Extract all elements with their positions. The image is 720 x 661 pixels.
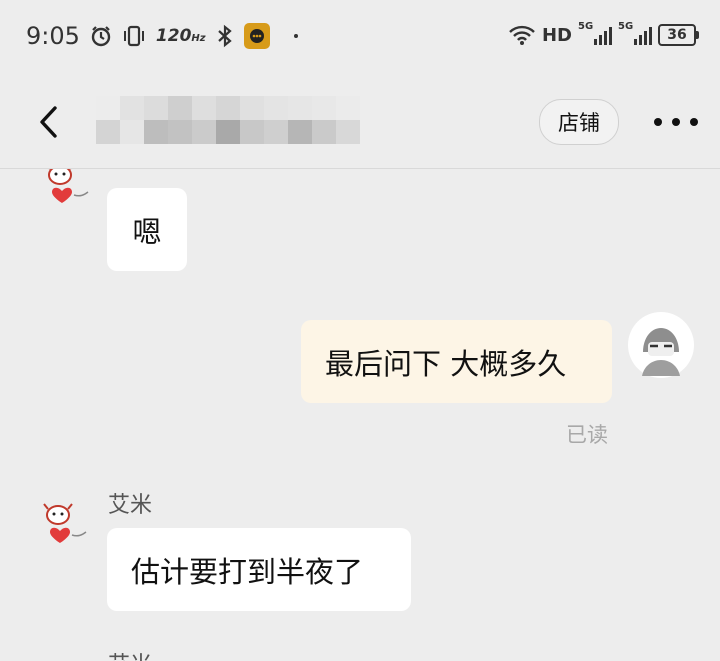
message-bubble[interactable]: 嗯 — [107, 188, 187, 271]
alarm-icon — [90, 25, 112, 47]
back-icon — [40, 106, 57, 138]
read-receipt: 已读 — [566, 423, 608, 447]
more-notifications-dot — [293, 34, 298, 38]
signal-icon: 5G — [618, 21, 652, 45]
bluetooth-icon — [216, 24, 234, 48]
more-icon-dot — [672, 118, 680, 126]
more-icon — [654, 118, 662, 126]
hd-indicator: HD — [541, 24, 572, 46]
message-list[interactable]: 嗯 最后问下 大概多久 已读 艾米 估计要打到半夜了 艾米 — [0, 169, 720, 661]
back-button[interactable] — [30, 102, 66, 142]
user-avatar-icon[interactable] — [628, 312, 694, 378]
more-button[interactable] — [654, 112, 698, 132]
status-time: 9:05 — [26, 22, 80, 50]
cow-avatar-icon[interactable] — [38, 495, 94, 551]
message-bubble[interactable]: 最后问下 大概多久 — [301, 320, 612, 403]
cow-avatar-icon[interactable] — [40, 169, 96, 211]
shop-button-label: 店铺 — [558, 111, 600, 135]
vibrate-icon — [122, 25, 146, 47]
message-text: 估计要打到半夜了 — [131, 554, 364, 589]
sender-name: 艾米 — [108, 647, 152, 661]
app-notification-icon — [243, 23, 270, 49]
blurred-chat-title — [96, 96, 360, 144]
message-text: 最后问下 大概多久 — [325, 346, 567, 381]
wifi-icon — [508, 24, 536, 46]
chat-header: 店铺 — [0, 76, 720, 169]
more-icon-dot — [690, 118, 698, 126]
shop-button[interactable]: 店铺 — [539, 99, 619, 145]
sender-name: 艾米 — [108, 493, 153, 518]
signal-icon: 5G — [578, 21, 612, 45]
battery-icon: 36 — [658, 24, 699, 46]
message-bubble[interactable]: 估计要打到半夜了 — [107, 528, 411, 611]
status-bar: 9:05 120Hz HD 5G 5G 36 — [0, 0, 720, 76]
refresh-rate: 120Hz — [155, 26, 206, 46]
message-text: 嗯 — [132, 214, 162, 249]
